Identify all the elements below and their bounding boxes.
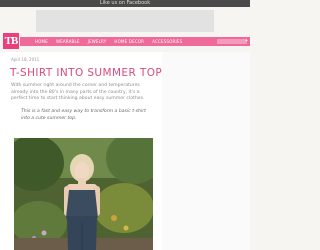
post-title[interactable]: T-SHIRT INTO SUMMER TOP DIY	[10, 67, 185, 79]
nav-search-input[interactable]	[217, 39, 247, 44]
post-date: April 18, 2011	[11, 57, 40, 62]
post-photo	[14, 138, 153, 250]
plus-icon[interactable]: +	[245, 37, 248, 46]
facebook-bar[interactable]: Like us on Facebook	[0, 0, 250, 7]
post-intro: With summer right around the corner and …	[11, 83, 145, 101]
main-nav: HOME WEARABLE JEWELRY HOME DECOR ACCESSO…	[20, 37, 250, 46]
nav-item-jewelry[interactable]: JEWELRY	[88, 39, 107, 44]
sidebar	[162, 52, 250, 250]
logo-text: TB	[4, 35, 19, 47]
ad-banner[interactable]	[36, 10, 214, 32]
nav-item-accessories[interactable]: ACCESSORIES	[152, 39, 182, 44]
facebook-like-text[interactable]: Like us on Facebook	[100, 0, 150, 6]
nav-item-home[interactable]: HOME	[35, 39, 48, 44]
post-quote: This is a fast and easy way to transform…	[21, 109, 146, 121]
main-content: April 18, 2011 T-SHIRT INTO SUMMER TOP D…	[0, 52, 250, 250]
site-logo[interactable]: TB	[3, 33, 19, 49]
nav-item-home-decor[interactable]: HOME DECOR	[114, 39, 144, 44]
nav-item-wearable[interactable]: WEARABLE	[56, 39, 80, 44]
woman-in-top-photo	[14, 138, 153, 250]
